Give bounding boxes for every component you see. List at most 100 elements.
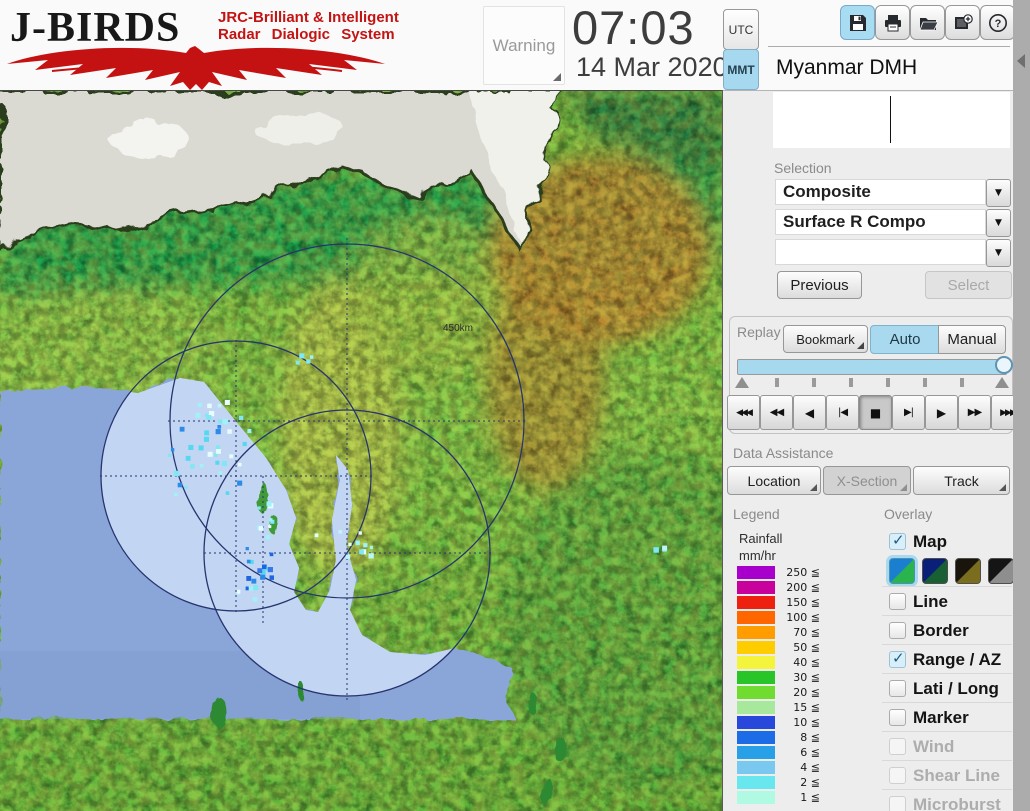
warning-button-label: Warning (492, 35, 556, 55)
map-style-row (882, 556, 1014, 585)
logo-subtitle-line1: JRC-Brilliant & Intelligent (218, 9, 399, 26)
overlay-label-shear-line: Shear Line (913, 765, 1000, 785)
legend-swatch (737, 731, 775, 744)
legend-entry: 6 ≦ (737, 746, 837, 759)
checkbox-border[interactable] (889, 622, 906, 639)
save-button[interactable] (840, 5, 875, 40)
fast-rewind-button[interactable]: ◀◀ (760, 395, 793, 430)
legend-value: 100 ≦ (786, 611, 820, 624)
last-frame-button[interactable]: ▶| (892, 395, 925, 430)
overlay-label-microburst: Microburst (913, 794, 1001, 811)
legend-swatch (737, 671, 775, 684)
replay-progress-bar[interactable] (737, 359, 1007, 375)
dropdown-option-arrow[interactable]: ▼ (986, 239, 1011, 267)
bookmark-button[interactable]: Bookmark (783, 325, 868, 353)
checkbox-wind (889, 738, 906, 755)
map-style-black-olive[interactable] (955, 558, 981, 584)
eagle-logo-icon (7, 46, 385, 90)
legend-value: 40 ≦ (793, 656, 820, 669)
checkbox-shear-line (889, 767, 906, 784)
legend-entry: 8 ≦ (737, 731, 837, 744)
overlay-label-range-az: Range / AZ (913, 649, 1002, 669)
select-button: Select (925, 271, 1012, 299)
first-frame-button[interactable]: |◀ (826, 395, 859, 430)
checkbox-lati-long[interactable] (889, 680, 906, 697)
help-icon: ? (988, 13, 1007, 32)
menu-corner-icon (900, 484, 907, 491)
fast-forward-button[interactable]: ▶▶ (958, 395, 991, 430)
overlay-label-border: Border (913, 620, 969, 640)
map-style-blue-green[interactable] (889, 558, 915, 584)
track-button[interactable]: Track (913, 466, 1010, 495)
map-style-black-gray[interactable] (988, 558, 1014, 584)
dropdown-category-arrow[interactable]: ▼ (986, 179, 1011, 207)
replay-auto-button[interactable]: Auto (870, 325, 940, 354)
legend-entry: 100 ≦ (737, 611, 837, 624)
save-icon (849, 14, 866, 31)
legend-entry: 50 ≦ (737, 641, 837, 654)
menu-corner-icon (857, 342, 864, 349)
checkbox-line[interactable] (889, 593, 906, 610)
checkbox-marker[interactable] (889, 709, 906, 726)
dropdown-option[interactable] (775, 239, 986, 265)
legend-value: 200 ≦ (786, 581, 820, 594)
legend-value: 30 ≦ (793, 671, 820, 684)
fastest-rewind-button[interactable]: ◀◀◀ (727, 395, 760, 430)
print-button[interactable] (875, 5, 910, 40)
panel-collapse-arrow-icon[interactable] (1017, 54, 1025, 68)
legend-entry: 40 ≦ (737, 656, 837, 669)
legend-swatch (737, 701, 775, 714)
overlay-item-marker: Marker (882, 702, 1012, 732)
menu-corner-icon (810, 484, 817, 491)
toolbar-separator (768, 46, 1010, 47)
map-image[interactable]: 450km (0, 89, 800, 811)
overlay-section-label: Overlay (884, 506, 933, 522)
replay-range-marker[interactable] (995, 377, 1009, 388)
timezone-mmt-button[interactable]: MMT (723, 49, 759, 90)
legend-swatch (737, 746, 775, 759)
location-button-label: Location (747, 472, 801, 489)
first-frame-icon: |◀ (837, 407, 848, 418)
dropdown-category[interactable]: Composite (775, 179, 986, 205)
bookmark-button-label: Bookmark (796, 331, 855, 347)
legend-value: 250 ≦ (786, 566, 820, 579)
map-display[interactable]: 450km (0, 89, 800, 811)
checkbox-map[interactable] (889, 531, 906, 550)
legend-swatch (737, 626, 775, 639)
overlay-label-map: Map (913, 531, 947, 551)
map-style-navy-darkgreen[interactable] (922, 558, 948, 584)
replay-progress-handle[interactable] (995, 356, 1013, 374)
open-folder-button[interactable] (910, 5, 945, 40)
play-button[interactable]: ▶ (925, 395, 958, 430)
legend-value: 8 ≦ (800, 731, 820, 744)
legend-swatch (737, 596, 775, 609)
step-back-button[interactable]: ◀ (793, 395, 826, 430)
legend-entry: 15 ≦ (737, 701, 837, 714)
timezone-utc-button[interactable]: UTC (723, 9, 759, 50)
location-button[interactable]: Location (727, 466, 821, 495)
legend-swatch (737, 581, 775, 594)
add-image-button[interactable] (945, 5, 980, 40)
legend-entry: 2 ≦ (737, 776, 837, 789)
legend-entry: 70 ≦ (737, 626, 837, 639)
app-logo-subtitle: JRC-Brilliant & Intelligent Radar Dialog… (218, 9, 399, 43)
dropdown-product-arrow[interactable]: ▼ (986, 209, 1011, 237)
replay-tick (849, 378, 853, 387)
warning-button[interactable]: Warning (483, 6, 565, 85)
clock-date: 14 Mar 2020 (576, 52, 728, 82)
overlay-item-lati-long: Lati / Long (882, 673, 1012, 703)
help-button[interactable]: ? (980, 5, 1015, 40)
replay-tick (886, 378, 890, 387)
overlay-item-border: Border (882, 615, 1012, 645)
replay-manual-button[interactable]: Manual (938, 325, 1006, 354)
legend-entry: 20 ≦ (737, 686, 837, 699)
previous-button[interactable]: Previous (777, 271, 862, 299)
legend-unit-line2: mm/hr (739, 548, 776, 563)
stop-button[interactable]: ■ (859, 395, 892, 430)
legend-swatch (737, 716, 775, 729)
dropdown-product[interactable]: Surface R Compo (775, 209, 986, 235)
checkbox-range-az[interactable] (889, 649, 906, 668)
menu-corner-icon (553, 73, 561, 81)
replay-range-marker[interactable] (735, 377, 749, 388)
svg-text:?: ? (994, 18, 1001, 30)
